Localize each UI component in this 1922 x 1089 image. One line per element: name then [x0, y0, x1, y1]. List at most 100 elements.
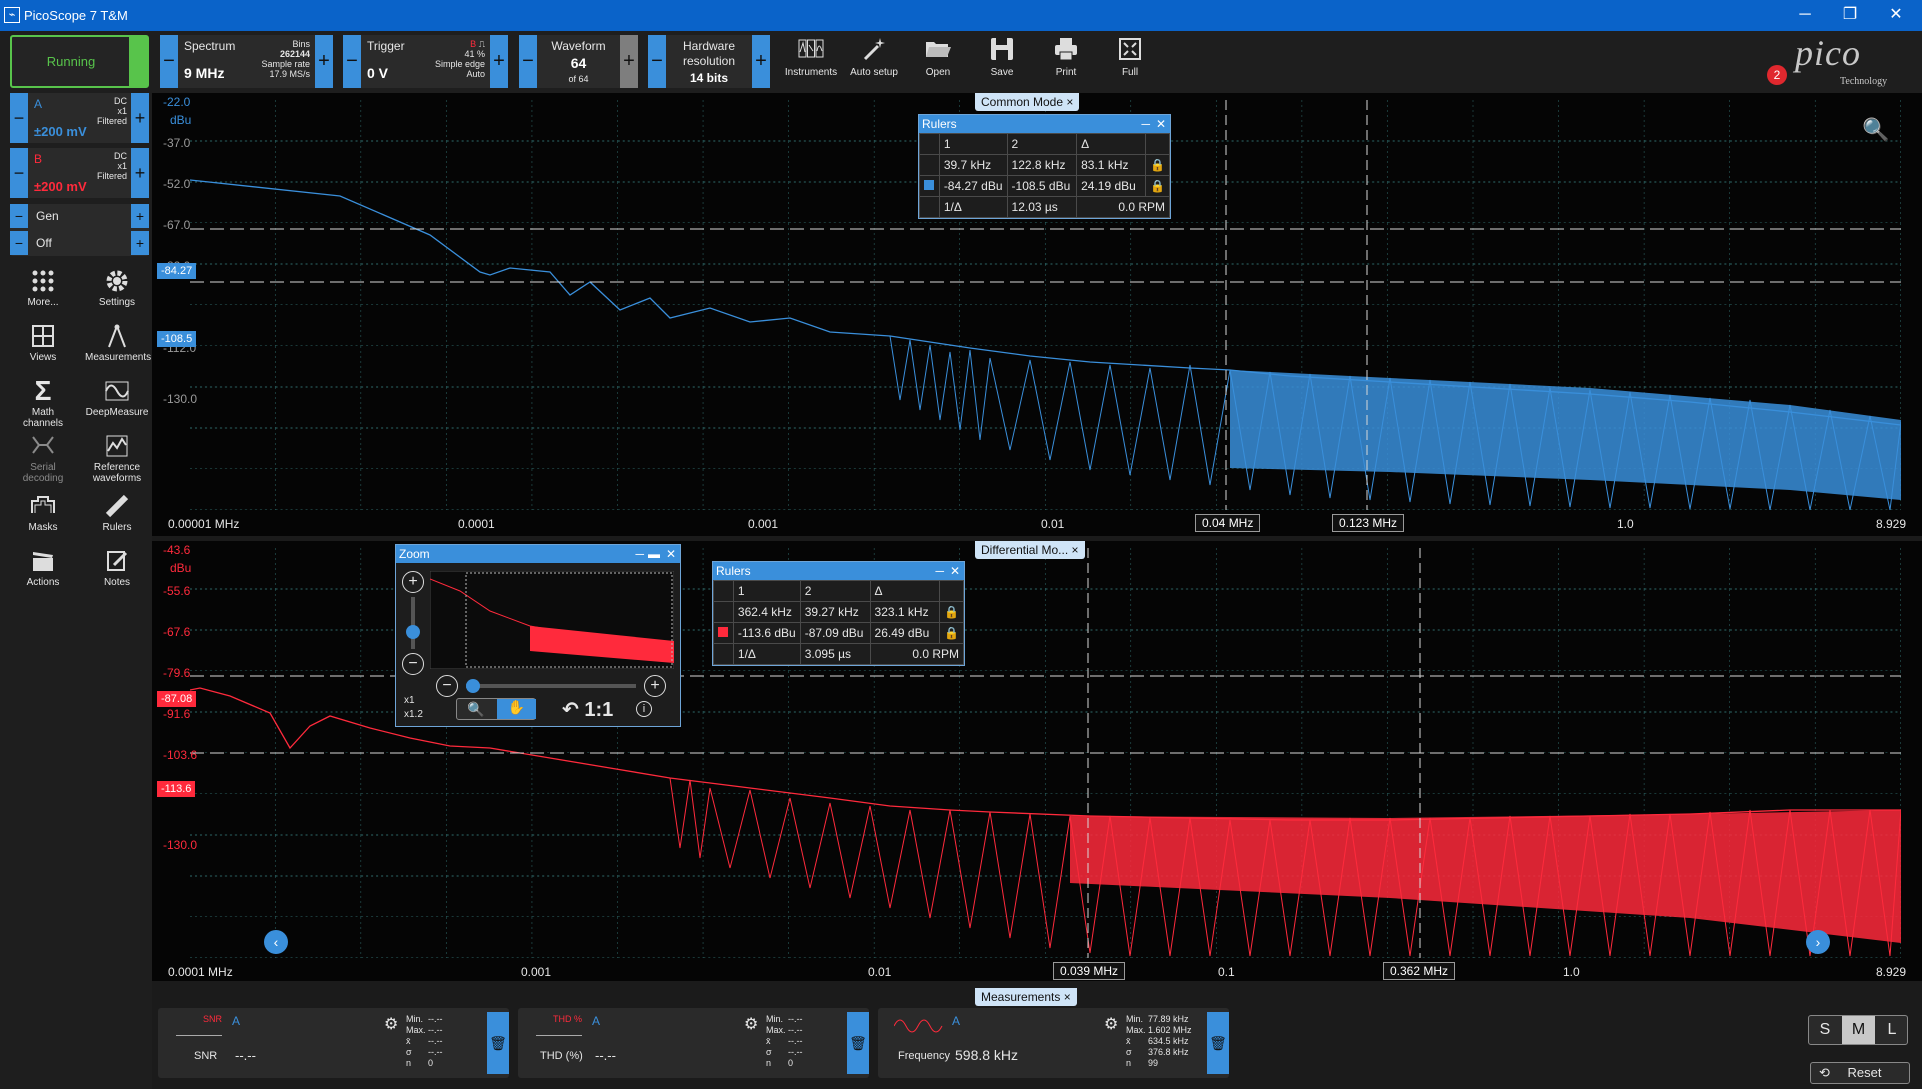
- rulers-button[interactable]: Rulers: [85, 493, 149, 533]
- waveform-prev-button[interactable]: −: [519, 35, 537, 88]
- resolution-value[interactable]: 14 bits: [670, 71, 748, 85]
- ruler-freq-1-marker[interactable]: 0.04 MHz: [1195, 514, 1261, 532]
- trash-icon[interactable]: 🗑: [1207, 1012, 1229, 1074]
- deepmeasure-button[interactable]: DeepMeasure: [85, 378, 149, 418]
- run-stop-button[interactable]: Running: [10, 35, 149, 88]
- channel-a-range[interactable]: ±200 mV: [34, 124, 87, 139]
- resolution-decrease-button[interactable]: −: [648, 35, 666, 88]
- instruments-button[interactable]: Instruments: [781, 35, 841, 89]
- zoom-tool-icon[interactable]: 🔍: [1862, 117, 1889, 143]
- channel-b-decrease-button[interactable]: −: [10, 148, 28, 198]
- info-icon[interactable]: i: [636, 701, 652, 717]
- settings-button[interactable]: Settings: [85, 268, 149, 308]
- zoom-vertical-thumb[interactable]: [406, 625, 420, 639]
- ruler-freq-2-marker[interactable]: 0.362 MHz: [1383, 962, 1456, 980]
- measurement-thd[interactable]: THD % A THD (%) --.-- ⚙ Min. Max. x̄ σ n --.…: [518, 1008, 869, 1078]
- zoom-h-out-button[interactable]: −: [436, 675, 458, 697]
- rulers-window-header[interactable]: Rulers ─ ✕: [919, 115, 1170, 133]
- restore-button[interactable]: ❐: [1830, 4, 1870, 26]
- math-channels-button[interactable]: Σ Math channels: [11, 377, 75, 430]
- zoom-window-header[interactable]: Zoom ─ ▬ ✕: [396, 545, 680, 563]
- ruler-level-2-tag[interactable]: -108.5: [157, 331, 197, 347]
- size-s-button[interactable]: S: [1809, 1016, 1841, 1044]
- tab-differential-mode[interactable]: Differential Mo... ×: [975, 541, 1085, 559]
- views-button[interactable]: Views: [11, 323, 75, 363]
- channel-a-increase-button[interactable]: +: [131, 93, 149, 143]
- zoom-in-button[interactable]: +: [402, 571, 424, 593]
- close-button[interactable]: ✕: [1876, 4, 1916, 26]
- trigger-decrease-button[interactable]: −: [343, 35, 361, 88]
- save-button[interactable]: Save: [972, 35, 1032, 89]
- magnifier-icon[interactable]: 🔍: [467, 701, 484, 718]
- measurements-button[interactable]: Measurements: [85, 323, 151, 363]
- lock-icon[interactable]: 🔒: [939, 622, 964, 644]
- size-m-button[interactable]: M: [1842, 1016, 1875, 1044]
- trigger-increase-button[interactable]: +: [490, 35, 508, 88]
- gen-state-increase-button[interactable]: +: [131, 231, 149, 255]
- trash-icon[interactable]: 🗑: [487, 1012, 509, 1074]
- masks-button[interactable]: Masks: [11, 493, 75, 533]
- lock-icon[interactable]: 🔒: [939, 601, 964, 623]
- serial-decoding-button[interactable]: Serial decoding: [11, 433, 75, 484]
- full-screen-button[interactable]: Full: [1100, 35, 1160, 89]
- reference-waveforms-button[interactable]: Reference waveforms: [85, 433, 149, 484]
- window-title: PicoScope 7 T&M: [24, 8, 128, 23]
- resolution-increase-button[interactable]: +: [752, 35, 770, 88]
- spectrum-increase-button[interactable]: +: [315, 35, 333, 88]
- close-tab-icon: ×: [1063, 990, 1071, 1004]
- gen-decrease-button[interactable]: −: [10, 204, 28, 228]
- gen-increase-button[interactable]: +: [131, 204, 149, 228]
- rulers-window-differential[interactable]: Rulers ─ ✕ 12Δ 362.4 kHz 39.27 kHz 323.1 k…: [712, 561, 965, 666]
- zoom-h-in-button[interactable]: +: [644, 675, 666, 697]
- auto-setup-button[interactable]: Auto setup: [844, 35, 904, 89]
- zoom-overview-plot[interactable]: [430, 571, 674, 669]
- scroll-right-button[interactable]: ›: [1806, 930, 1830, 954]
- reset-button[interactable]: ⟲ Reset: [1810, 1062, 1910, 1084]
- zoom-out-button[interactable]: −: [402, 653, 424, 675]
- measurement-settings-gear-icon[interactable]: ⚙: [744, 1014, 758, 1034]
- waveform-value[interactable]: 64: [541, 55, 616, 71]
- ruler-level-1-tag[interactable]: -87.08: [157, 691, 197, 707]
- gen-state-decrease-button[interactable]: −: [10, 231, 28, 255]
- zoom-horizontal-thumb[interactable]: [466, 679, 480, 693]
- waveform-next-button[interactable]: +: [620, 35, 638, 88]
- notification-badge[interactable]: 2: [1767, 65, 1787, 85]
- rulers-window-header[interactable]: Rulers ─ ✕: [713, 562, 964, 580]
- tab-measurements[interactable]: Measurements ×: [975, 988, 1077, 1006]
- measurement-settings-gear-icon[interactable]: ⚙: [384, 1014, 398, 1034]
- lock-icon[interactable]: 🔒: [1145, 175, 1170, 197]
- spectrum-value[interactable]: 9 MHz: [184, 65, 224, 81]
- minimize-button[interactable]: ─: [1785, 4, 1825, 26]
- trash-icon[interactable]: 🗑: [847, 1012, 869, 1074]
- trigger-label: Trigger: [367, 39, 405, 53]
- x-tick: 0.001: [748, 517, 779, 531]
- notes-button[interactable]: Notes: [85, 548, 149, 588]
- ruler-level-2-tag[interactable]: -113.6: [157, 781, 196, 797]
- tab-common-mode[interactable]: Common Mode ×: [975, 93, 1080, 111]
- hand-pan-icon[interactable]: ✋: [497, 699, 536, 719]
- lock-icon[interactable]: 🔒: [1145, 154, 1170, 176]
- actions-button[interactable]: Actions: [11, 548, 75, 588]
- zoom-window[interactable]: Zoom ─ ▬ ✕ + − − + x1 x1.2 🔍 ✋ ↶ 1:1 i: [395, 544, 681, 727]
- open-button[interactable]: Open: [908, 35, 968, 89]
- spectrum-decrease-button[interactable]: −: [160, 35, 178, 88]
- ruler-freq-2-marker[interactable]: 0.123 MHz: [1332, 514, 1405, 532]
- channel-b-range[interactable]: ±200 mV: [34, 179, 87, 194]
- rulers-window-common[interactable]: Rulers ─ ✕ 12Δ 39.7 kHz 122.8 kHz 83.1 kHz…: [918, 114, 1171, 219]
- zoom-undo-button[interactable]: ↶ 1:1: [562, 697, 613, 722]
- size-l-button[interactable]: L: [1876, 1016, 1908, 1044]
- print-button[interactable]: Print: [1036, 35, 1096, 89]
- resolution-label-1: Hardware: [682, 39, 736, 53]
- channel-b-increase-button[interactable]: +: [131, 148, 149, 198]
- ruler-level-1-tag[interactable]: -84.27: [157, 263, 197, 279]
- zoom-horizontal-slider[interactable]: [466, 684, 636, 688]
- zoom-vertical-slider[interactable]: [411, 597, 415, 649]
- more-button[interactable]: More...: [11, 268, 75, 308]
- trigger-value[interactable]: 0 V: [367, 65, 388, 81]
- measurement-frequency[interactable]: A Frequency 598.8 kHz ⚙ Min. Max. x̄ σ n 77.…: [878, 1008, 1229, 1078]
- ruler-freq-1-marker[interactable]: 0.039 MHz: [1053, 962, 1126, 980]
- measurement-settings-gear-icon[interactable]: ⚙: [1104, 1014, 1118, 1034]
- measurement-snr[interactable]: SNR A SNR --.-- ⚙ Min. Max. x̄ σ n --.-- --.-…: [158, 1008, 509, 1078]
- channel-a-decrease-button[interactable]: −: [10, 93, 28, 143]
- scroll-left-button[interactable]: ‹: [264, 930, 288, 954]
